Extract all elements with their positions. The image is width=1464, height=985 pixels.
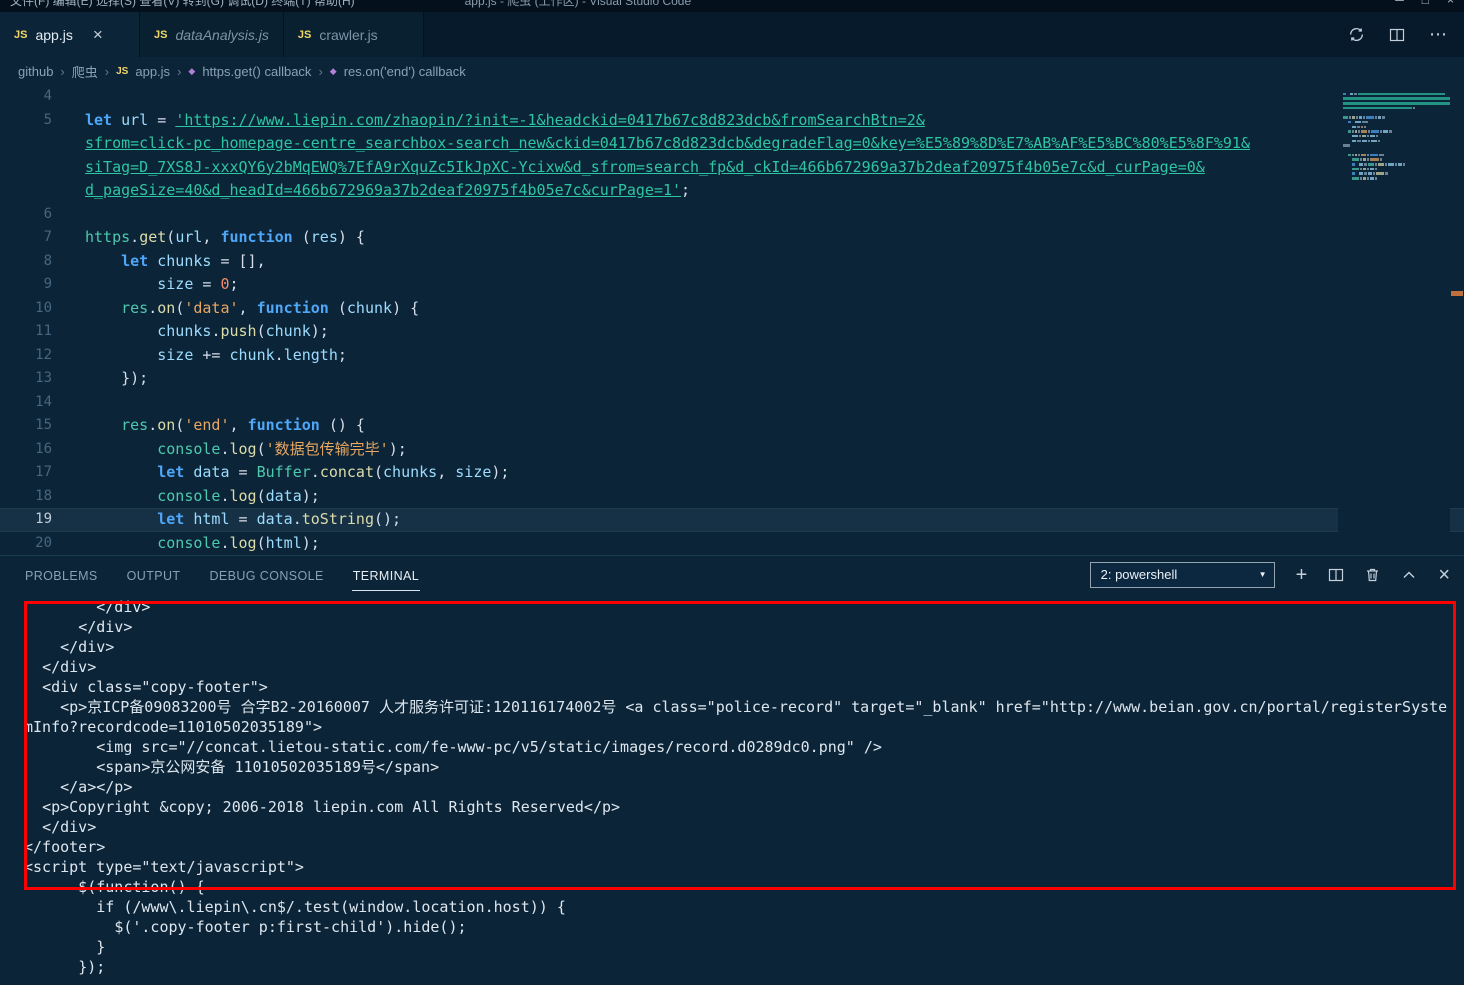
code-line[interactable]: 20 console.log(html); (0, 532, 1464, 556)
line-number[interactable] (0, 156, 85, 180)
tab-dataanalysis-js[interactable]: JS dataAnalysis.js (140, 12, 284, 57)
tab-problems[interactable]: PROBLEMS (24, 559, 99, 591)
minimap[interactable] (1338, 85, 1450, 555)
breadcrumb-folder[interactable]: 爬虫 (72, 62, 98, 81)
line-number[interactable]: 15 (0, 414, 85, 438)
more-actions-icon[interactable]: ⋯ (1429, 24, 1448, 45)
code-line[interactable]: sfrom=click-pc_homepage-centre_searchbox… (0, 132, 1464, 156)
kill-terminal-trash-icon[interactable] (1365, 567, 1380, 583)
line-number[interactable]: 17 (0, 461, 85, 485)
javascript-file-icon: JS (14, 28, 28, 41)
line-number[interactable]: 14 (0, 391, 85, 415)
code-line[interactable]: 10 res.on('data', function (chunk) { (0, 297, 1464, 321)
menu-bar[interactable]: 文件(F) 编辑(E) 选择(S) 查看(V) 转到(G) 调试(D) 终端(T… (10, 0, 355, 9)
window-titlebar: 文件(F) 编辑(E) 选择(S) 查看(V) 转到(G) 调试(D) 终端(T… (0, 0, 1464, 12)
chevron-down-icon: ▼ (1258, 570, 1267, 579)
code-line[interactable]: 14 (0, 391, 1464, 415)
panel-tabs: PROBLEMS OUTPUT DEBUG CONSOLE TERMINAL (24, 559, 421, 591)
window-minimize-button[interactable]: ─ (1395, 0, 1404, 7)
terminal-shell-select[interactable]: 2: powershell ▼ (1089, 561, 1275, 588)
chevron-right-icon: › (104, 63, 110, 79)
line-number[interactable]: 20 (0, 532, 85, 556)
tab-app-js[interactable]: JS app.js × (0, 12, 140, 57)
symbol-method-icon: ◆ (329, 65, 337, 76)
tab-output[interactable]: OUTPUT (126, 559, 182, 591)
maximize-panel-chevron-icon[interactable] (1401, 567, 1417, 583)
breadcrumb-github[interactable]: github (18, 64, 53, 79)
tab-crawler-js[interactable]: JS crawler.js (283, 12, 424, 57)
new-terminal-icon[interactable]: + (1296, 565, 1308, 585)
chevron-right-icon: › (318, 63, 323, 79)
line-number[interactable]: 9 (0, 273, 85, 297)
javascript-file-icon: JS (297, 28, 312, 41)
code-editor[interactable]: 4 5 let url = 'https://www.liepin.com/zhao… (0, 85, 1464, 555)
panel-controls: 2: powershell ▼ + × (1089, 561, 1450, 588)
chevron-right-icon: › (60, 63, 65, 79)
vscode-window: 文件(F) 编辑(E) 选择(S) 查看(V) 转到(G) 调试(D) 终端(T… (0, 0, 1464, 985)
code-line[interactable]: siTag=D_7XS8J-xxxQY6y2bMqEWQ%7EfA9rXquZc… (0, 156, 1464, 180)
code-line[interactable]: 4 (0, 85, 1464, 109)
terminal-output[interactable]: </div> </div> </div> </div> <div class="… (24, 597, 1456, 977)
code-line[interactable]: 12 size += chunk.length; (0, 344, 1464, 368)
tab-label: crawler.js (319, 26, 378, 43)
code-lines: 4 5 let url = 'https://www.liepin.com/zhao… (0, 85, 1464, 555)
tab-label: dataAnalysis.js (175, 26, 269, 43)
breadcrumb-file[interactable]: app.js (135, 64, 170, 79)
editor-scrollbar[interactable] (1450, 85, 1464, 555)
line-number[interactable]: 13 (0, 367, 85, 391)
javascript-file-icon: JS (116, 65, 129, 77)
breadcrumb: github › 爬虫 › JS app.js › ◆ https.get() … (0, 57, 1464, 85)
code-line[interactable]: 11 chunks.push(chunk); (0, 320, 1464, 344)
tab-label: app.js (35, 26, 73, 43)
line-number[interactable]: 19 (0, 508, 85, 532)
sync-icon[interactable] (1348, 26, 1365, 43)
code-line[interactable]: 18 console.log(data); (0, 485, 1464, 509)
breadcrumb-symbol-get-callback[interactable]: https.get() callback (202, 64, 311, 79)
split-editor-icon[interactable] (1389, 27, 1405, 43)
terminal-shell-label: 2: powershell (1100, 567, 1178, 582)
javascript-file-icon: JS (154, 28, 168, 41)
line-number[interactable]: 10 (0, 297, 85, 321)
editor-tab-bar: JS app.js × JS dataAnalysis.js JS crawle… (0, 12, 1464, 57)
code-line[interactable]: 8 let chunks = [], (0, 250, 1464, 274)
line-number[interactable]: 5 (0, 109, 85, 133)
panel-header: PROBLEMS OUTPUT DEBUG CONSOLE TERMINAL 2… (0, 556, 1464, 593)
line-number[interactable]: 6 (0, 203, 85, 227)
line-number[interactable]: 12 (0, 344, 85, 368)
line-number[interactable]: 4 (0, 85, 85, 109)
symbol-method-icon: ◆ (188, 65, 196, 76)
split-terminal-icon[interactable] (1328, 567, 1344, 583)
tab-terminal[interactable]: TERMINAL (351, 559, 421, 591)
code-line[interactable]: 6 (0, 203, 1464, 227)
line-number[interactable]: 11 (0, 320, 85, 344)
line-number[interactable]: 16 (0, 438, 85, 462)
bottom-panel: PROBLEMS OUTPUT DEBUG CONSOLE TERMINAL 2… (0, 555, 1464, 985)
line-number[interactable]: 7 (0, 226, 85, 250)
tab-debug-console[interactable]: DEBUG CONSOLE (208, 559, 324, 591)
line-number[interactable]: 8 (0, 250, 85, 274)
code-line[interactable]: d_pageSize=40&d_headId=466b672969a37b2de… (0, 179, 1464, 203)
line-number[interactable] (0, 179, 85, 203)
line-number[interactable]: 18 (0, 485, 85, 509)
code-line[interactable]: 7 https.get(url, function (res) { (0, 226, 1464, 250)
breadcrumb-symbol-end-callback[interactable]: res.on('end') callback (344, 64, 466, 79)
code-line[interactable]: 13 }); (0, 367, 1464, 391)
code-line[interactable]: 16 console.log('数据包传输完毕'); (0, 438, 1464, 462)
terminal[interactable]: </div> </div> </div> </div> <div class="… (0, 593, 1464, 985)
overview-ruler-mark (1451, 291, 1463, 296)
close-tab-icon[interactable]: × (93, 26, 103, 43)
code-line[interactable]: 5 let url = 'https://www.liepin.com/zhaop… (0, 109, 1464, 133)
line-number[interactable] (0, 132, 85, 156)
code-line[interactable]: 19 let html = data.toString(); (0, 508, 1464, 532)
code-line[interactable]: 15 res.on('end', function () { (0, 414, 1464, 438)
chevron-right-icon: › (177, 63, 182, 79)
code-line[interactable]: 9 size = 0; (0, 273, 1464, 297)
close-panel-icon[interactable]: × (1438, 565, 1450, 585)
code-line[interactable]: 17 let data = Buffer.concat(chunks, size… (0, 461, 1464, 485)
window-close-button[interactable]: × (1447, 0, 1454, 7)
window-title: app.js - 爬虫 (工作区) - Visual Studio Code (464, 0, 692, 8)
window-maximize-button[interactable]: □ (1422, 0, 1429, 7)
editor-actions: ⋯ (1348, 12, 1464, 57)
